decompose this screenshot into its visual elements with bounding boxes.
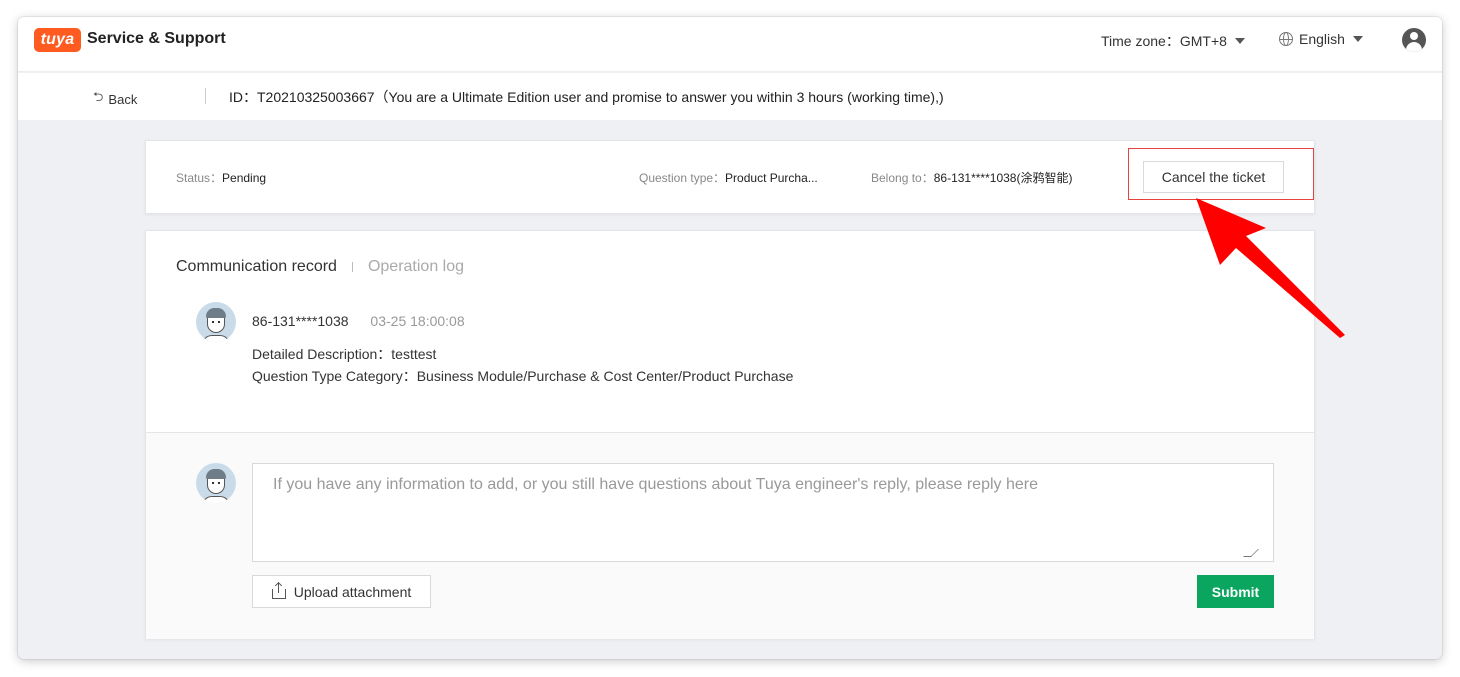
record-tabs: Communication record Operation log <box>176 258 464 276</box>
submit-button[interactable]: Submit <box>1197 575 1274 608</box>
user-avatar <box>196 302 236 342</box>
back-label: Back <box>108 91 138 107</box>
message-category: Question Type Category：Business Module/P… <box>252 368 794 384</box>
reply-section: Upload attachment Submit <box>146 432 1314 639</box>
top-header: tuya Service & Support Time zone：GMT+8 E… <box>18 17 1442 72</box>
upload-icon <box>271 582 286 599</box>
tab-operation-log[interactable]: Operation log <box>368 258 464 276</box>
message-user: 86-131****1038 <box>252 313 349 329</box>
ticket-status-card: Status：Pending Question type：Product Pur… <box>145 140 1315 214</box>
caret-down-icon <box>1352 36 1363 42</box>
tab-communication-record[interactable]: Communication record <box>176 258 337 276</box>
site-title: Service & Support <box>87 30 226 47</box>
status-value: Pending <box>222 171 267 185</box>
divider <box>205 88 206 104</box>
question-type-key: Question type： <box>639 171 726 185</box>
status-key: Status： <box>176 171 223 185</box>
message-description: Detailed Description：testtest <box>252 346 437 362</box>
tuya-logo[interactable]: tuya <box>34 28 81 52</box>
arrow-shape <box>1196 198 1345 338</box>
user-avatar-icon[interactable] <box>1402 28 1426 52</box>
message-header: 86-131****1038 03-25 18:00:08 <box>252 313 465 329</box>
ticket-id-info: ID：T20210325003667（You are a Ultimate Ed… <box>229 89 944 105</box>
caret-down-icon <box>1234 38 1245 44</box>
back-arrow-icon: ⮌ <box>93 89 104 104</box>
language-selector[interactable]: English <box>1279 31 1363 47</box>
question-type-value: Product Purcha... <box>725 171 818 185</box>
status-field: Status：Pending <box>176 169 266 186</box>
question-type-field: Question type：Product Purcha... <box>639 169 818 186</box>
ticket-subbar: ⮌ Back ID：T20210325003667（You are a Ulti… <box>18 73 1442 120</box>
language-label: English <box>1299 31 1345 47</box>
upload-attachment-button[interactable]: Upload attachment <box>252 575 431 608</box>
communication-card: Communication record Operation log 86-13… <box>145 230 1315 639</box>
timezone-selector[interactable]: Time zone：GMT+8 <box>1101 31 1245 51</box>
timezone-label: Time zone：GMT+8 <box>1101 33 1227 49</box>
belong-to-key: Belong to： <box>871 171 934 185</box>
reply-avatar <box>196 463 236 503</box>
globe-icon <box>1279 32 1293 46</box>
cancel-ticket-button[interactable]: Cancel the ticket <box>1143 161 1284 193</box>
back-link[interactable]: ⮌ Back <box>93 88 137 110</box>
belong-to-field: Belong to：86-131****1038(涂鸦智能) <box>871 169 1072 186</box>
belong-to-value: 86-131****1038(涂鸦智能) <box>933 171 1073 185</box>
reply-textarea[interactable] <box>252 463 1274 562</box>
tab-divider <box>351 262 353 272</box>
red-arrow-annotation <box>1196 198 1345 338</box>
message-time: 03-25 18:00:08 <box>370 313 465 329</box>
upload-label: Upload attachment <box>293 583 412 600</box>
